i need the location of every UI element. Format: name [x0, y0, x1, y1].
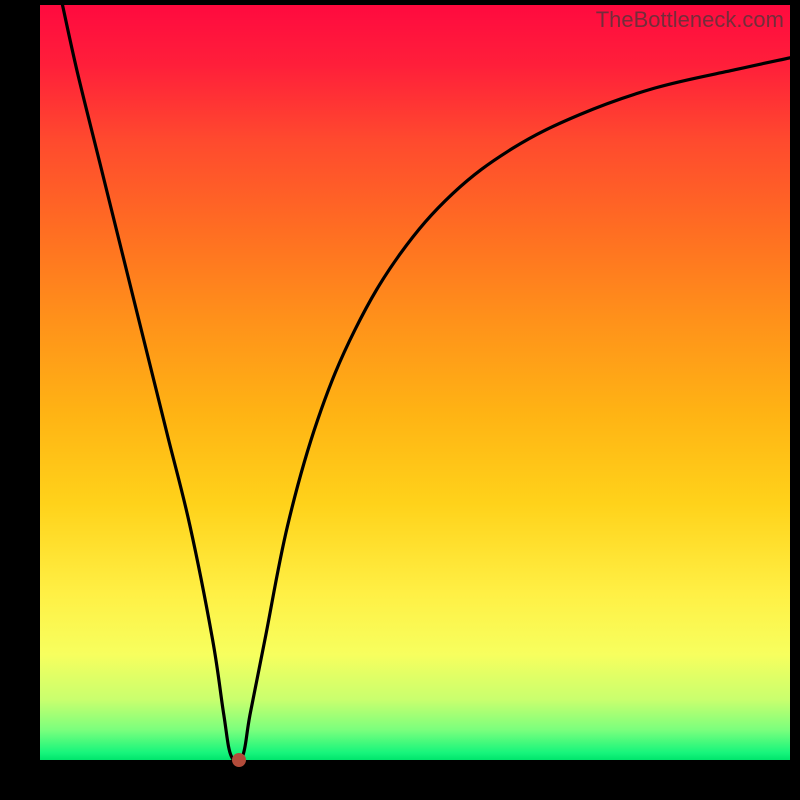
chart-plot-area: TheBottleneck.com — [40, 5, 790, 760]
bottleneck-curve — [40, 5, 790, 760]
optimal-point-marker — [232, 753, 246, 767]
watermark-text: TheBottleneck.com — [596, 7, 784, 33]
chart-frame: TheBottleneck.com — [0, 0, 800, 800]
